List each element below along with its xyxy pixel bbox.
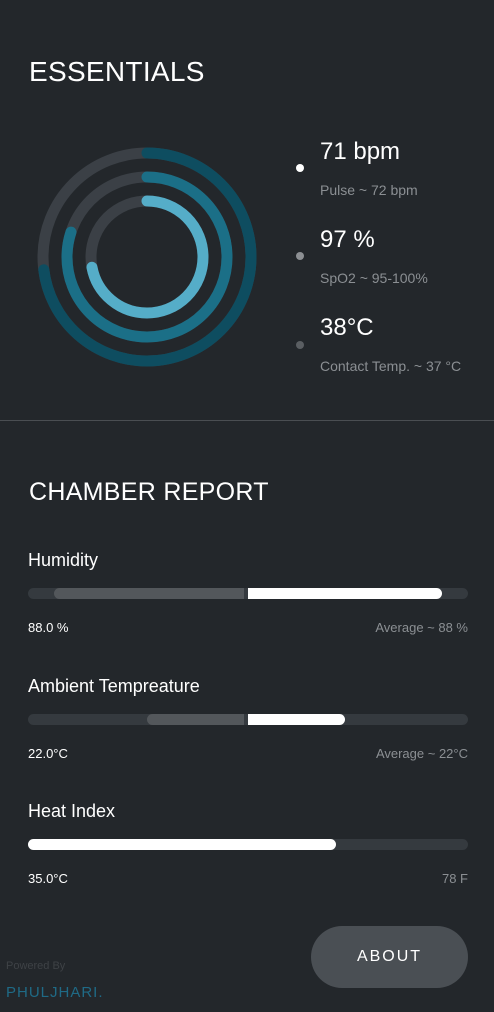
heat-fill [28, 839, 336, 850]
ambient-bar [28, 714, 468, 725]
temp-dot-icon [296, 341, 304, 349]
brand-logo: PHULJHARI. [6, 984, 104, 1001]
metric-label: Humidity [28, 550, 99, 570]
pulse-dot-icon [296, 164, 304, 172]
metric-average: Average ~ 22°C [375, 746, 468, 761]
metric-label: Ambient Tempreature [28, 676, 200, 696]
chamber-report-title: CHAMBER REPORT [29, 478, 269, 506]
about-button[interactable]: ABOUT [311, 926, 468, 988]
metric-fahrenheit: 78 F [441, 871, 468, 886]
metric-value: 22.0°C [28, 746, 68, 761]
pulse-value: 71 bpm [320, 138, 401, 165]
metric-label: Heat Index [28, 801, 116, 821]
ambient-range [146, 714, 244, 725]
heat-bar [28, 839, 468, 850]
vitals-ring-chart [37, 147, 257, 367]
spo2-note: SpO2 ~ 95-100% [320, 270, 428, 286]
ambient-fill [248, 714, 345, 725]
essentials-title: ESSENTIALS [29, 56, 205, 87]
pulse-note: Pulse ~ 72 bpm [320, 182, 418, 198]
humidity-range [54, 588, 244, 599]
section-divider [0, 420, 494, 421]
metric-value: 88.0 % [28, 620, 69, 635]
metric-value: 35.0°C [28, 871, 68, 886]
humidity-bar [28, 588, 468, 599]
spo2-value: 97 % [320, 226, 375, 253]
humidity-fill [248, 588, 442, 599]
temp-value: 38°C [320, 314, 374, 341]
temp-note: Contact Temp. ~ 37 °C [320, 358, 462, 374]
spo2-dot-icon [296, 252, 304, 260]
powered-by-label: Powered By [6, 960, 66, 972]
metric-average: Average ~ 88 % [375, 620, 468, 635]
